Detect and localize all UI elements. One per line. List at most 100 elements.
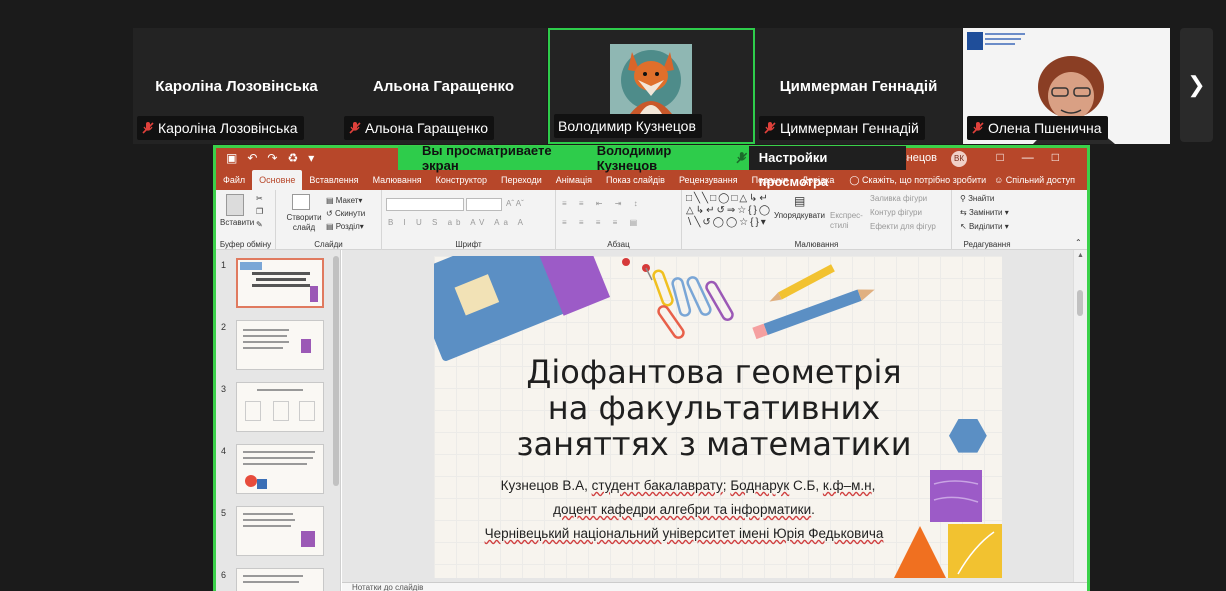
thumbnail-shape (299, 401, 315, 421)
layout-button[interactable]: ▤ Макет▾ (326, 196, 362, 205)
thumbnails-scrollbar[interactable] (333, 256, 339, 486)
find-button[interactable]: ⚲ Знайти (960, 194, 994, 203)
participant-gallery: Кароліна Лозовінська Кароліна Лозовінськ… (0, 27, 1226, 145)
share-button-label: Спільний доступ (1005, 175, 1075, 185)
shapes-gallery[interactable]: □╲╲□◯□△↳↵ (686, 193, 770, 204)
mic-muted-icon (142, 122, 154, 134)
thumbnail-line (243, 581, 299, 583)
editor-scrollbar-thumb[interactable] (1077, 290, 1083, 316)
view-settings-button[interactable]: Настройки просмотра (748, 146, 907, 189)
shape-outline-button[interactable]: Контур фігури (870, 208, 922, 217)
tab-transitions[interactable]: Переходи (494, 170, 549, 190)
quick-access-toolbar[interactable]: ▣↶↷♻▾ (226, 151, 324, 165)
thumbnail-title (256, 278, 306, 281)
quick-styles-button[interactable]: Експрес-стилі (830, 211, 864, 231)
group-label-paragraph: Абзац (607, 240, 630, 249)
group-drawing: □╲╲□◯□△↳↵ △↳↵↺⇒☆{}◯ ∖╲↺◯◯☆{}▾ ▤ Упорядку… (682, 190, 952, 250)
paste-button[interactable]: Вставити (220, 218, 254, 227)
font-format-buttons[interactable]: B I U S ab AV Aa A (388, 218, 527, 227)
group-editing: ⚲ Знайти ⇆ Замінити ▾ ↖ Виділити ▾ Редаг… (952, 190, 1022, 250)
next-page-button[interactable]: ❯ (1180, 28, 1213, 142)
participant-tile-4[interactable]: Циммерман Геннадій Циммерман Геннадій (755, 28, 962, 144)
tab-review[interactable]: Рецензування (672, 170, 745, 190)
tab-slideshow[interactable]: Показ слайдів (599, 170, 672, 190)
participant-tag-name: Кароліна Лозовінська (158, 120, 298, 136)
thumbnail-shape (301, 339, 311, 353)
participant-tile-2[interactable]: Альона Гаращенко Альона Гаращенко (340, 28, 547, 144)
shared-screen: ▣↶↷♻▾ Кузнецов ВК □—□ Файл Основне Встав… (213, 145, 1090, 591)
slide-editor: Діофантова геометрія на факультативних з… (342, 250, 1087, 591)
tab-design[interactable]: Конструктор (429, 170, 494, 190)
shape-effects-button[interactable]: Ефекти для фігур (870, 222, 936, 231)
group-label-slides: Слайди (314, 240, 343, 249)
shapes-gallery-row3[interactable]: ∖╲↺◯◯☆{}▾ (686, 217, 768, 228)
lightbulb-icon: ◯ (849, 175, 862, 185)
replace-label: Замінити (968, 208, 1003, 217)
shapes-gallery-row2[interactable]: △↳↵↺⇒☆{}◯ (686, 205, 772, 216)
find-label: Знайти (968, 194, 995, 203)
tell-me-search[interactable]: ◯ Скажіть, що потрібно зробити (849, 170, 986, 190)
thumbnail-line (243, 513, 293, 515)
select-button[interactable]: ↖ Виділити ▾ (960, 222, 1009, 231)
align-buttons[interactable]: ≡ ≡ ≡ ≡ ▤ (562, 218, 642, 227)
group-font: Aˆ Aˇ B I U S ab AV Aa A Шрифт (382, 190, 556, 250)
thumbnail-slide-2[interactable] (236, 320, 324, 370)
person-icon: ☺ (994, 175, 1006, 185)
replace-button[interactable]: ⇆ Замінити ▾ (960, 208, 1009, 217)
participant-tile-5[interactable]: Олена Пшенична (963, 28, 1170, 144)
author-role: студент бакалаврату (591, 478, 723, 493)
participant-tag-name: Володимир Кузнецов (558, 118, 696, 134)
thumbnail-slide-6[interactable] (236, 568, 324, 591)
participant-tile-1[interactable]: Кароліна Лозовінська Кароліна Лозовінськ… (133, 28, 340, 144)
share-viewing-text: Вы просматриваете экран (422, 143, 552, 173)
thumbnail-shape (310, 286, 318, 302)
reset-button[interactable]: ↺ Скинути (326, 209, 365, 218)
arrange-button[interactable]: Упорядкувати (774, 211, 825, 220)
notes-pane[interactable]: Нотатки до слайдів (342, 582, 1087, 591)
paste-icon[interactable] (226, 194, 244, 216)
group-label-font: Шрифт (455, 240, 482, 249)
participant-tile-3[interactable]: Володимир Кузнецов (548, 28, 755, 144)
layout-label: Макет (335, 196, 359, 205)
participant-tag-name: Циммерман Геннадій (780, 120, 919, 136)
slide-canvas[interactable]: Діофантова геометрія на факультативних з… (434, 256, 1002, 578)
collapse-ribbon-icon[interactable]: ⌃ (1075, 238, 1082, 247)
slide-authors-line: Кузнецов В.А, студент бакалаврату; Бодна… (438, 478, 938, 493)
tab-file[interactable]: Файл (216, 170, 252, 190)
thumbnail-shape (273, 401, 289, 421)
list-buttons[interactable]: ≡ ≡ ⇤ ⇥ ↕ (562, 199, 643, 208)
editor-scrollbar[interactable]: ▲ (1073, 250, 1087, 591)
participant-tag-name: Олена Пшенична (988, 120, 1102, 136)
university-logo (967, 32, 983, 50)
thumbnail-title (252, 272, 310, 275)
window-controls[interactable]: □—□ (997, 150, 1078, 164)
tab-insert[interactable]: Вставлення (302, 170, 365, 190)
thumbnail-slide-4[interactable] (236, 444, 324, 494)
thumbnail-slide-5[interactable] (236, 506, 324, 556)
tab-draw[interactable]: Малювання (366, 170, 429, 190)
slide-title-line: на факультативних (547, 389, 881, 427)
thumbnail-slide-3[interactable] (236, 382, 324, 432)
participant-tag-name: Альона Гаращенко (365, 120, 489, 136)
font-name-combo[interactable] (386, 198, 464, 211)
font-size-combo[interactable] (466, 198, 502, 211)
author-comma: , (871, 478, 876, 493)
thumbnail-slide-1[interactable] (236, 258, 324, 308)
thumbnail-line (243, 329, 289, 331)
copy-icon[interactable]: ❐ (256, 207, 263, 216)
new-slide-button[interactable]: Створити слайд (284, 213, 324, 233)
shape-fill-button[interactable]: Заливка фігури (870, 194, 927, 203)
thumbnail-number: 2 (221, 322, 227, 332)
participant-tag: Циммерман Геннадій (759, 116, 925, 140)
share-button[interactable]: ☺ Спільний доступ (994, 170, 1075, 190)
new-slide-icon[interactable] (292, 194, 310, 210)
tab-home[interactable]: Основне (252, 170, 303, 190)
section-button[interactable]: ▤ Розділ▾ (326, 222, 364, 231)
cut-icon[interactable]: ✂ (256, 194, 263, 203)
group-clipboard: Вставити ✂ ❐ ✎ Буфер обміну (216, 190, 276, 250)
tab-animations[interactable]: Анімація (549, 170, 599, 190)
format-painter-icon[interactable]: ✎ (256, 220, 263, 229)
scroll-up-icon[interactable]: ▲ (1077, 252, 1084, 259)
user-avatar[interactable]: ВК (951, 151, 967, 167)
font-grow-icon[interactable]: Aˆ Aˇ (506, 199, 524, 208)
